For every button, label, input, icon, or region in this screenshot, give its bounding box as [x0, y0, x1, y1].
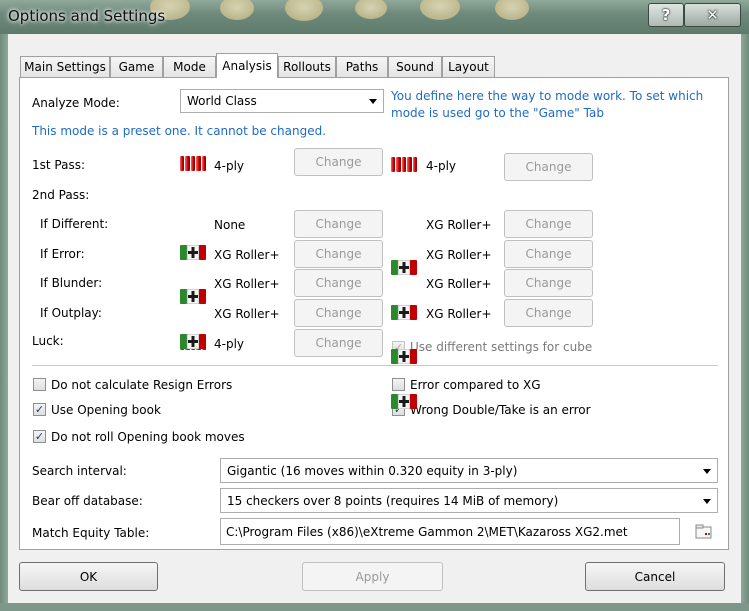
browse-file-icon[interactable] — [695, 524, 713, 540]
if-outplay-right-value: XG Roller+ — [426, 307, 492, 321]
chevron-down-icon — [703, 468, 711, 474]
if-error-label: If Error: — [40, 247, 85, 261]
cancel-button[interactable]: Cancel — [585, 562, 725, 591]
window-frame — [0, 34, 8, 611]
search-interval-value: Gigantic (16 moves within 0.320 equity i… — [227, 463, 518, 478]
roller-plus-icon — [391, 259, 417, 276]
analyze-mode-help: You define here the way to mode work. To… — [391, 89, 704, 120]
tab-paths[interactable]: Paths — [336, 56, 388, 77]
tab-main-settings[interactable]: Main Settings — [20, 56, 110, 77]
first-pass-left-value: 4-ply — [214, 159, 245, 173]
no-roll-book-checkbox[interactable]: ✓ — [33, 430, 46, 443]
luck-left-value: 4-ply — [214, 337, 245, 351]
apply-button[interactable]: Apply — [302, 562, 443, 591]
if-different-left-value: None — [214, 218, 246, 232]
first-pass-right-value: 4-ply — [426, 159, 457, 173]
preset-note: This mode is a preset one. It cannot be … — [32, 124, 327, 138]
if-outplay-right-change-button[interactable]: Change — [504, 299, 593, 327]
red-checker-stack-icon — [391, 157, 418, 172]
if-error-left-change-button[interactable]: Change — [294, 240, 383, 268]
tab-analysis[interactable]: Analysis — [216, 53, 278, 78]
bear-off-select[interactable]: 15 checkers over 8 points (requires 14 M… — [220, 488, 718, 513]
chevron-down-icon — [369, 99, 377, 104]
analyze-mode-value: World Class — [187, 94, 257, 108]
if-blunder-label: If Blunder: — [40, 276, 103, 290]
if-outplay-left-change-button[interactable]: Change — [294, 299, 383, 327]
search-interval-select[interactable]: Gigantic (16 moves within 0.320 equity i… — [220, 458, 718, 483]
analyze-mode-select[interactable]: World Class — [180, 89, 384, 113]
window-frame — [741, 34, 749, 611]
roller-plus-icon — [391, 393, 417, 410]
first-pass-label: 1st Pass: — [32, 158, 86, 172]
close-button[interactable]: ✕ — [684, 3, 741, 27]
if-error-left-value: XG Roller+ — [214, 248, 280, 262]
opening-book-checkbox[interactable]: ✓ — [33, 403, 46, 416]
close-icon: ✕ — [706, 6, 719, 24]
roller-plus-icon — [391, 348, 417, 365]
ok-button[interactable]: OK — [19, 562, 158, 591]
opening-book-label: Use Opening book — [51, 403, 161, 417]
cube-settings-label: Use different settings for cube — [410, 340, 593, 354]
help-button[interactable]: ? — [648, 3, 684, 27]
chevron-down-icon — [703, 498, 711, 504]
search-interval-label: Search interval: — [32, 464, 127, 478]
if-different-label: If Different: — [40, 217, 109, 231]
window-title: Options and Settings — [8, 7, 166, 25]
if-error-right-value: XG Roller+ — [426, 248, 492, 262]
red-checker-stack-icon — [180, 156, 207, 171]
roller-plus-icon — [180, 333, 206, 350]
no-resign-errors-checkbox[interactable] — [33, 378, 46, 391]
tab-mode[interactable]: Mode — [163, 56, 216, 77]
window-frame — [0, 603, 749, 611]
divider — [32, 365, 718, 366]
first-pass-right-change-button[interactable]: Change — [504, 153, 593, 181]
no-roll-book-label: Do not roll Opening book moves — [51, 430, 245, 444]
if-outplay-left-value: XG Roller+ — [214, 307, 280, 321]
if-outplay-label: If Outplay: — [40, 306, 102, 320]
if-different-left-change-button[interactable]: Change — [294, 210, 383, 238]
tab-rollouts[interactable]: Rollouts — [278, 56, 336, 77]
second-pass-label: 2nd Pass: — [32, 188, 90, 202]
bear-off-label: Bear off database: — [32, 494, 143, 508]
error-vs-xg-checkbox[interactable] — [392, 378, 405, 391]
roller-plus-icon — [391, 304, 417, 321]
tab-game[interactable]: Game — [110, 56, 163, 77]
tab-layout[interactable]: Layout — [442, 56, 495, 77]
met-label: Match Equity Table: — [32, 526, 150, 540]
if-different-right-change-button[interactable]: Change — [504, 210, 593, 238]
if-blunder-left-value: XG Roller+ — [214, 277, 280, 291]
met-path-value: C:\Program Files (x86)\eXtreme Gammon 2\… — [226, 524, 628, 539]
luck-left-change-button[interactable]: Change — [294, 329, 383, 357]
if-different-right-value: XG Roller+ — [426, 218, 492, 232]
first-pass-left-change-button[interactable]: Change — [294, 148, 383, 176]
wrong-double-label: Wrong Double/Take is an error — [410, 403, 591, 417]
roller-plus-icon — [180, 288, 206, 305]
if-error-right-change-button[interactable]: Change — [504, 240, 593, 268]
help-icon: ? — [661, 6, 671, 24]
met-path-field[interactable]: C:\Program Files (x86)\eXtreme Gammon 2\… — [220, 518, 680, 545]
analyze-mode-label: Analyze Mode: — [32, 96, 120, 110]
roller-plus-icon — [180, 244, 206, 261]
no-resign-errors-label: Do not calculate Resign Errors — [51, 378, 233, 392]
error-vs-xg-label: Error compared to XG — [410, 378, 541, 392]
tab-sound[interactable]: Sound — [388, 56, 442, 77]
if-blunder-right-change-button[interactable]: Change — [504, 269, 593, 297]
bear-off-value: 15 checkers over 8 points (requires 14 M… — [227, 493, 559, 508]
if-blunder-right-value: XG Roller+ — [426, 277, 492, 291]
luck-label: Luck: — [32, 334, 64, 348]
if-blunder-left-change-button[interactable]: Change — [294, 269, 383, 297]
